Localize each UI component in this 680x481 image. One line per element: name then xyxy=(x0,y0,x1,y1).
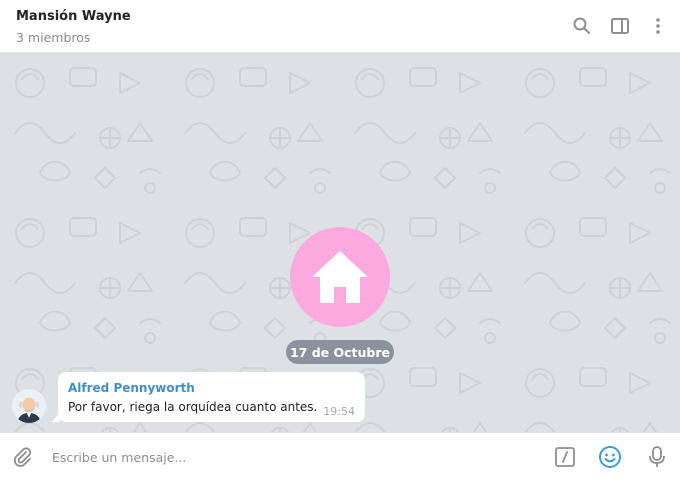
avatar[interactable] xyxy=(12,389,46,423)
message-time: 19:54 xyxy=(323,405,355,418)
search-icon[interactable] xyxy=(570,14,594,38)
home-icon xyxy=(312,251,368,303)
date-separator: 17 de Octubre xyxy=(286,340,394,364)
chat-header: Mansión Wayne 3 miembros xyxy=(0,0,680,53)
message-text: Por favor, riega la orquídea cuanto ante… xyxy=(68,400,318,414)
emoji-icon[interactable] xyxy=(597,444,623,470)
microphone-icon[interactable] xyxy=(644,444,670,470)
message-bubble[interactable]: Alfred Pennyworth Por favor, riega la or… xyxy=(58,372,365,422)
message-author[interactable]: Alfred Pennyworth xyxy=(68,381,195,395)
member-count[interactable]: 3 miembros xyxy=(16,30,90,45)
message-area[interactable]: 17 de Octubre Alfred Pennyworth Por favo… xyxy=(0,53,680,432)
bot-command-icon[interactable] xyxy=(552,444,578,470)
message-composer xyxy=(0,432,680,481)
attach-icon[interactable] xyxy=(9,444,35,470)
group-photo[interactable] xyxy=(290,227,390,327)
more-vertical-icon[interactable] xyxy=(646,14,670,38)
chat-title[interactable]: Mansión Wayne xyxy=(16,9,131,24)
chat-window: Mansión Wayne 3 miembros 17 de Octubre A… xyxy=(0,0,680,481)
message-input[interactable] xyxy=(52,445,532,469)
sidebar-toggle-icon[interactable] xyxy=(608,14,632,38)
